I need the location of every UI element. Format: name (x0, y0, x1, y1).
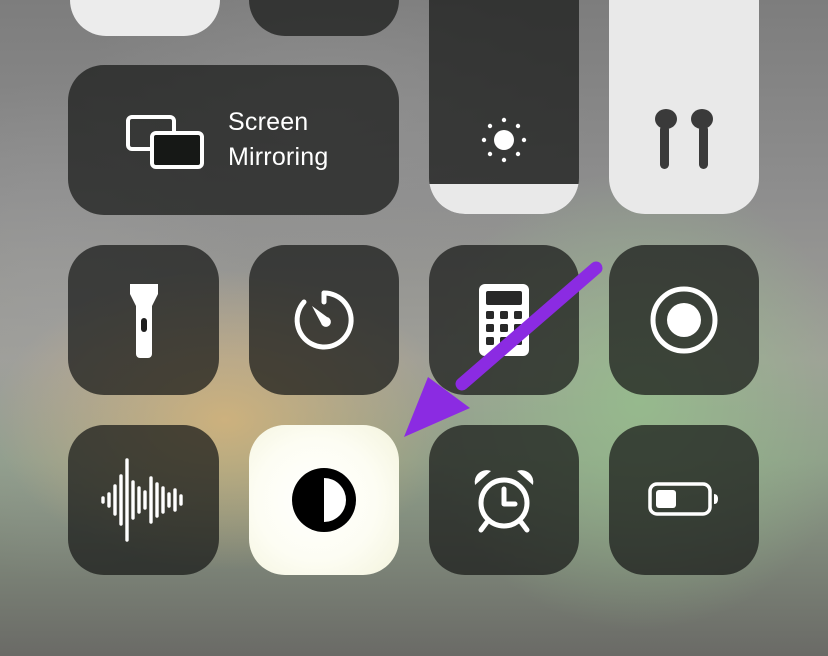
screen-mirroring-label-line1: Screen (228, 108, 309, 136)
contrast-icon-wrap (249, 425, 399, 575)
screen-recording-button[interactable] (609, 245, 759, 395)
dark-mode-button[interactable] (249, 425, 399, 575)
alarm-button[interactable] (429, 425, 579, 575)
brightness-slider[interactable] (429, 0, 579, 214)
battery-icon (648, 482, 718, 516)
airpods-icon (655, 109, 713, 169)
brightness-slider-fill (429, 184, 579, 214)
calculator-icon (479, 284, 529, 356)
top-left-toggle-tile[interactable] (70, 0, 220, 36)
calculator-icon-wrap (429, 245, 579, 395)
alarm-clock-icon (474, 470, 534, 533)
waveform-icon (100, 458, 183, 542)
top-middle-toggle-tile[interactable] (249, 0, 399, 36)
timer-icon (294, 290, 354, 350)
voice-memos-button[interactable] (68, 425, 219, 575)
timer-icon-wrap (249, 245, 399, 395)
flashlight-button[interactable] (68, 245, 219, 395)
timer-button[interactable] (249, 245, 399, 395)
screen-mirroring-label-line2: Mirroring (228, 143, 329, 171)
flashlight-icon-wrap (68, 245, 219, 395)
record-icon-wrap (609, 245, 759, 395)
low-power-mode-button[interactable] (609, 425, 759, 575)
alarm-clock-icon-wrap (429, 425, 579, 575)
screen-mirroring-icon (126, 115, 204, 169)
record-icon (650, 286, 718, 354)
battery-icon-wrap (609, 425, 759, 575)
waveform-icon-wrap (68, 425, 219, 575)
contrast-icon (292, 468, 356, 532)
calculator-button[interactable] (429, 245, 579, 395)
brightness-icon (481, 117, 527, 163)
screen-mirroring-button[interactable]: Screen Mirroring (68, 65, 399, 215)
flashlight-icon (129, 284, 158, 358)
volume-slider[interactable] (609, 0, 759, 214)
screen-mirroring-label: Screen Mirroring (228, 105, 328, 175)
